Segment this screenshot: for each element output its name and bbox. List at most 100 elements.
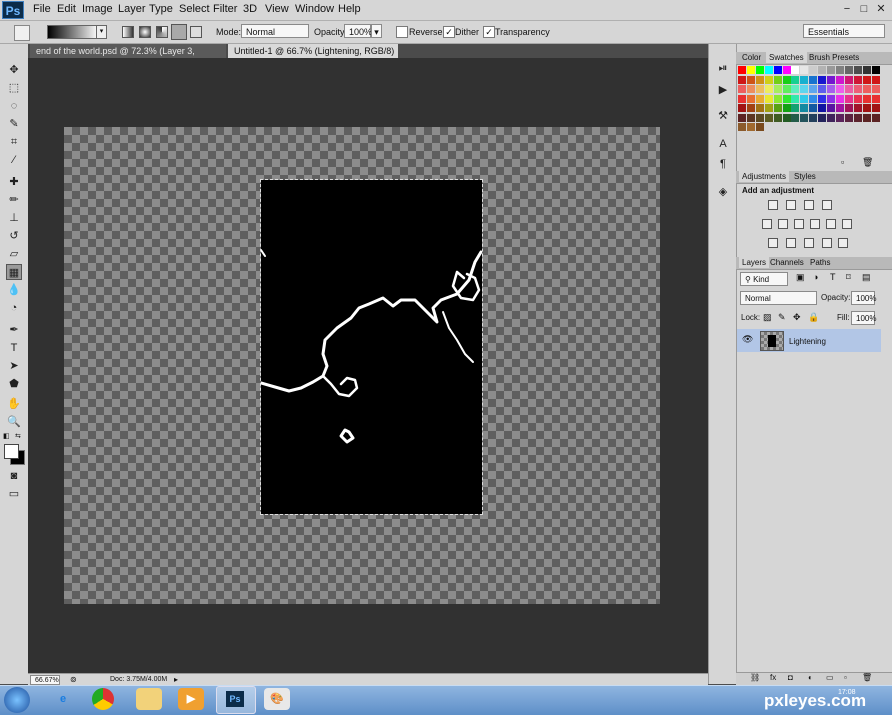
gradient-picker[interactable] (47, 25, 99, 39)
threshold-adjustment-icon[interactable] (804, 238, 814, 248)
swatch[interactable] (791, 94, 800, 103)
menu-file[interactable]: File (33, 3, 51, 15)
swatch[interactable] (800, 66, 809, 74)
swatch[interactable] (755, 66, 764, 74)
swatch[interactable] (746, 85, 755, 93)
eyedropper-tool-icon[interactable]: ⁄ (6, 152, 22, 168)
actions-panel-icon[interactable]: ▶ (715, 82, 731, 98)
lock-all-icon[interactable]: 🔒 (808, 312, 819, 323)
paint-icon[interactable]: 🎨 (264, 688, 290, 710)
swatch[interactable] (746, 104, 755, 112)
channel-mixer-adjustment-icon[interactable] (842, 219, 852, 229)
swatch[interactable] (755, 85, 764, 93)
foreground-color-swatch[interactable] (4, 444, 19, 459)
swatch[interactable] (738, 85, 746, 93)
tab-paths[interactable]: Paths (807, 257, 833, 268)
gradient-map-adjustment-icon[interactable] (838, 238, 848, 248)
swatch[interactable] (755, 75, 764, 84)
swatch[interactable] (773, 75, 782, 84)
marquee-tool-icon[interactable]: ⬚ (6, 80, 22, 96)
tab-brush-presets[interactable]: Brush Presets (806, 52, 862, 63)
brightness-adjustment-icon[interactable] (768, 200, 778, 210)
photo-filter-adjustment-icon[interactable] (826, 219, 836, 229)
link-layers-icon[interactable]: ⛓ (750, 673, 760, 682)
move-tool-icon[interactable]: ✥ (6, 62, 22, 78)
document-tab-end-of-the-world[interactable]: end of the world.psd @ 72.3% (Layer 3, R… (30, 44, 226, 70)
clone-stamp-tool-icon[interactable]: ⊥ (6, 210, 22, 226)
new-group-icon[interactable]: ▭ (826, 673, 834, 682)
fill-input[interactable]: 100% (851, 311, 876, 325)
swatch[interactable] (809, 75, 818, 84)
swatch[interactable] (862, 104, 871, 112)
swatch[interactable] (844, 104, 853, 112)
delete-swatch-icon[interactable]: 🗑 (862, 157, 873, 168)
swatch[interactable] (835, 104, 844, 112)
swatch[interactable] (871, 85, 880, 93)
swatch[interactable] (738, 94, 746, 103)
zoom-tool-icon[interactable]: 🔍 (6, 414, 22, 430)
reflected-gradient-icon[interactable] (171, 24, 187, 40)
mode-select[interactable]: Normal (241, 24, 309, 38)
swap-colors-icon[interactable]: ⇆ (15, 432, 23, 440)
swatch[interactable] (818, 104, 827, 112)
workspace-switcher[interactable]: Essentials (803, 24, 885, 38)
tab-channels[interactable]: Channels (767, 257, 807, 268)
swatch[interactable] (818, 66, 827, 74)
filter-smart-object-icon[interactable]: ▤ (862, 272, 871, 283)
chrome-icon[interactable] (92, 688, 114, 710)
menu-type[interactable]: Type (149, 3, 173, 15)
swatch[interactable] (746, 94, 755, 103)
swatch[interactable] (764, 75, 773, 84)
new-swatch-icon[interactable]: ▫ (841, 157, 844, 167)
swatch[interactable] (853, 66, 862, 74)
swatch[interactable] (746, 66, 755, 74)
swatch[interactable] (791, 66, 800, 74)
type-tool-icon[interactable]: T (6, 340, 22, 356)
filter-type-icon[interactable]: T (830, 272, 836, 282)
color-balance-adjustment-icon[interactable] (794, 219, 804, 229)
zoom-level-field[interactable]: 66.67% (30, 675, 60, 685)
swatch[interactable] (827, 66, 835, 74)
swatch[interactable] (755, 113, 764, 122)
swatch[interactable] (862, 94, 871, 103)
quick-selection-tool-icon[interactable]: ✎ (6, 116, 22, 132)
gradient-dropdown-icon[interactable]: ▾ (96, 25, 107, 39)
gradient-tool-icon[interactable]: ▦ (6, 264, 22, 280)
swatch[interactable] (809, 94, 818, 103)
swatch[interactable] (853, 104, 862, 112)
layer-mask-icon[interactable]: ◘ (788, 673, 793, 682)
close-button[interactable]: ✕ (874, 2, 888, 16)
swatch[interactable] (818, 85, 827, 93)
history-brush-tool-icon[interactable]: ↺ (6, 228, 22, 244)
start-button[interactable] (4, 687, 30, 713)
swatch[interactable] (746, 75, 755, 84)
swatch[interactable] (738, 104, 746, 112)
swatch[interactable] (809, 66, 818, 74)
layer-opacity-input[interactable]: 100% (851, 291, 876, 305)
swatch[interactable] (862, 85, 871, 93)
swatch[interactable] (782, 75, 791, 84)
opacity-dropdown-icon[interactable]: ▾ (371, 24, 382, 38)
reverse-checkbox[interactable] (396, 26, 408, 38)
tab-layers[interactable]: Layers (739, 257, 770, 268)
lock-transparent-icon[interactable]: ▨ (763, 312, 772, 323)
swatch[interactable] (755, 123, 764, 131)
curves-adjustment-icon[interactable] (804, 200, 814, 210)
swatch[interactable] (746, 123, 755, 131)
tab-color[interactable]: Color (739, 52, 764, 63)
swatch[interactable] (844, 113, 853, 122)
tool-presets-icon[interactable]: ⚒ (715, 108, 731, 124)
swatch[interactable] (782, 85, 791, 93)
shape-tool-icon[interactable]: ⬟ (6, 376, 22, 392)
menu-help[interactable]: Help (338, 3, 361, 15)
swatch[interactable] (871, 104, 880, 112)
3d-panel-icon[interactable]: ◈ (715, 184, 731, 200)
swatch[interactable] (746, 113, 755, 122)
swatch[interactable] (764, 66, 773, 74)
swatch[interactable] (809, 104, 818, 112)
swatch[interactable] (773, 66, 782, 74)
quick-mask-icon[interactable]: ◙ (6, 468, 22, 484)
tab-adjustments[interactable]: Adjustments (739, 171, 790, 182)
document-tab-untitled-1[interactable]: Untitled-1 @ 66.7% (Lightening, RGB/8) *… (228, 44, 398, 70)
swatch[interactable] (853, 113, 862, 122)
